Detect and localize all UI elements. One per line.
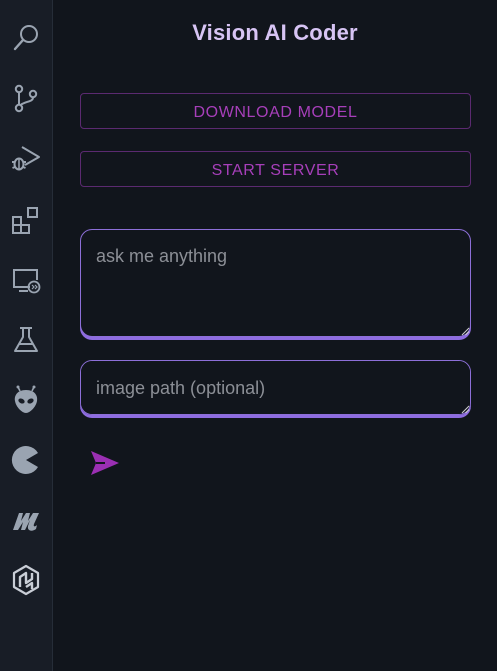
activity-source-control[interactable] [0,74,52,122]
testing-flask-icon [14,327,38,352]
run-debug-icon [12,146,40,171]
activity-pie-extension[interactable] [0,436,52,484]
activity-bar [0,0,53,671]
prompt-input[interactable] [80,229,471,337]
activity-remote-explorer[interactable] [0,256,52,304]
m-logo-extension-icon [13,513,39,531]
activity-hex-extension[interactable] [0,556,52,604]
resize-grip-icon[interactable] [461,405,470,414]
download-model-button[interactable]: DOWNLOAD MODEL [80,93,471,129]
start-server-button[interactable]: START SERVER [80,151,471,187]
activity-extensions[interactable] [0,196,52,244]
hex-logo-extension-icon [12,564,40,596]
activity-run-debug[interactable] [0,134,52,182]
activity-alien-extension[interactable] [0,376,52,424]
pie-extension-icon [11,446,38,474]
panel-title: Vision AI Coder [192,20,358,45]
activity-m-extension[interactable] [0,496,52,544]
vision-ai-coder-panel: Vision AI Coder DOWNLOAD MODEL START SER… [53,0,497,671]
resize-grip-icon[interactable] [461,327,470,336]
activity-search[interactable] [0,14,52,62]
search-icon [13,25,38,51]
app-window: Vision AI Coder DOWNLOAD MODEL START SER… [0,0,497,671]
extensions-icon [12,207,38,234]
send-icon[interactable] [89,448,121,478]
activity-testing[interactable] [0,316,52,364]
image-path-input[interactable] [80,360,471,415]
alien-extension-icon [14,385,38,413]
remote-explorer-icon [13,269,41,294]
source-control-icon [14,84,38,113]
